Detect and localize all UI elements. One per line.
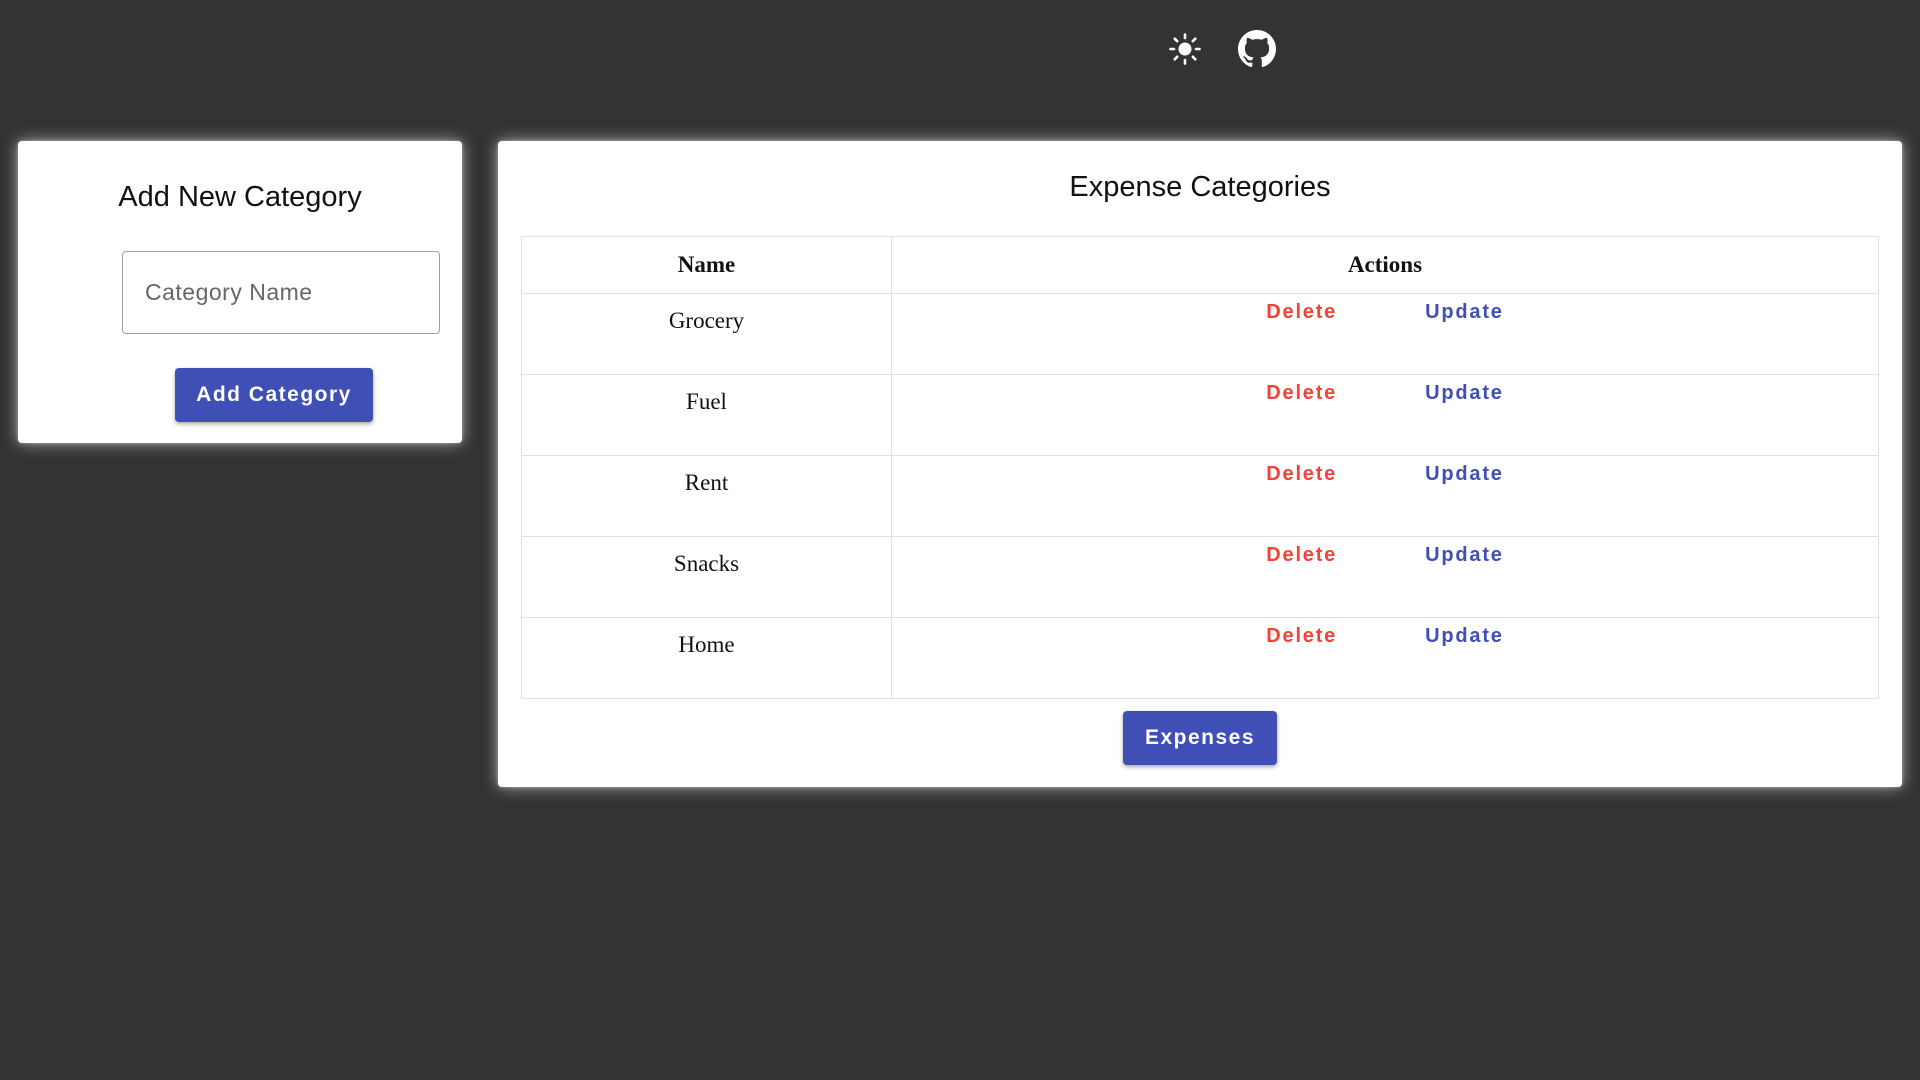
update-button[interactable]: Update: [1405, 295, 1524, 330]
expense-categories-title: Expense Categories: [1069, 171, 1331, 203]
update-button[interactable]: Update: [1405, 376, 1524, 411]
actions-cell: Delete Update: [891, 617, 1879, 699]
update-button[interactable]: Update: [1405, 457, 1524, 492]
table-row: Snacks Delete Update: [521, 536, 1879, 618]
add-category-button[interactable]: Add Category: [175, 368, 373, 422]
category-name-cell: Fuel: [521, 374, 892, 456]
table-header-row: Name Actions: [521, 236, 1879, 294]
delete-button[interactable]: Delete: [1246, 619, 1357, 654]
category-name-cell: Snacks: [521, 536, 892, 618]
sun-icon[interactable]: [1166, 30, 1204, 68]
delete-button[interactable]: Delete: [1246, 295, 1357, 330]
actions-cell: Delete Update: [891, 455, 1879, 537]
table-row: Rent Delete Update: [521, 455, 1879, 537]
add-category-card: Add New Category Add Category: [18, 141, 462, 443]
expenses-button[interactable]: Expenses: [1123, 711, 1277, 765]
actions-cell: Delete Update: [891, 293, 1879, 375]
column-header-actions: Actions: [891, 236, 1879, 294]
delete-button[interactable]: Delete: [1246, 538, 1357, 573]
github-icon[interactable]: [1238, 30, 1276, 68]
category-name-cell: Grocery: [521, 293, 892, 375]
table-row: Fuel Delete Update: [521, 374, 1879, 456]
category-name-cell: Home: [521, 617, 892, 699]
delete-button[interactable]: Delete: [1246, 457, 1357, 492]
actions-cell: Delete Update: [891, 374, 1879, 456]
update-button[interactable]: Update: [1405, 619, 1524, 654]
category-name-input[interactable]: [122, 251, 440, 334]
actions-cell: Delete Update: [891, 536, 1879, 618]
top-bar: [0, 0, 1920, 100]
table-row: Grocery Delete Update: [521, 293, 1879, 375]
update-button[interactable]: Update: [1405, 538, 1524, 573]
expense-categories-card: Expense Categories Name Actions Grocery …: [498, 141, 1902, 787]
table-row: Home Delete Update: [521, 617, 1879, 699]
add-category-title: Add New Category: [118, 181, 362, 213]
delete-button[interactable]: Delete: [1246, 376, 1357, 411]
column-header-name: Name: [521, 236, 892, 294]
categories-table: Name Actions Grocery Delete Update Fuel D…: [521, 236, 1879, 699]
category-name-cell: Rent: [521, 455, 892, 537]
